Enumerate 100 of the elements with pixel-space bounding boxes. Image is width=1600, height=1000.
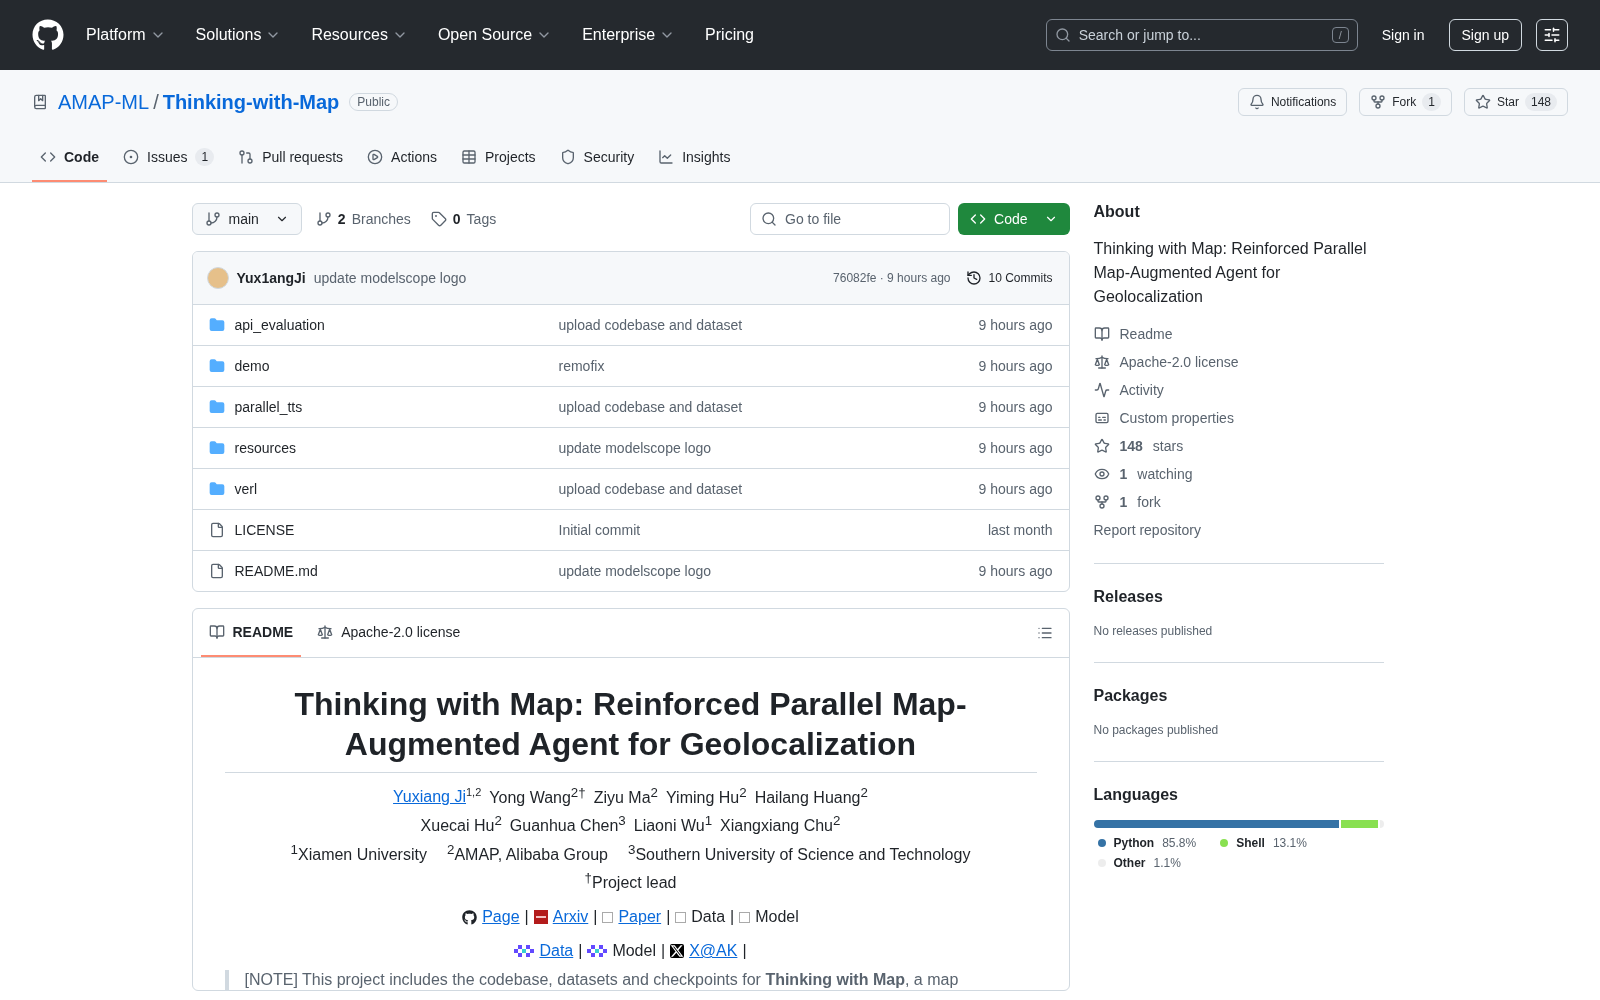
report-link[interactable]: Report repository <box>1093 521 1384 539</box>
repo-tab[interactable]: Issues 1 <box>115 140 223 182</box>
github-logo-icon <box>32 19 64 51</box>
sidebar-link[interactable]: 148 stars <box>1093 437 1384 455</box>
branch-button[interactable]: main <box>191 203 302 235</box>
commit-time: 9 hours ago <box>978 317 1053 333</box>
sidebar-link[interactable]: Custom properties <box>1093 409 1384 427</box>
commit-message-link[interactable]: update modelscope logo <box>313 270 467 286</box>
resource-link[interactable]: Data <box>539 940 574 963</box>
nav-menu-item[interactable]: Platform <box>78 20 174 50</box>
fork-icon <box>1093 494 1110 510</box>
affiliation: $^{2}$AMAP, Alibaba Group <box>446 840 608 865</box>
sign-up-button[interactable]: Sign up <box>1448 19 1522 51</box>
table-icon <box>461 149 477 165</box>
resource-link[interactable]: Page <box>482 906 520 929</box>
file-name-link[interactable]: resources <box>208 440 559 456</box>
section-heading: Releases <box>1093 588 1164 606</box>
commits-link[interactable]: 10 Commits <box>966 270 1053 286</box>
separator-text: | <box>578 941 583 962</box>
sidebar-link[interactable]: 1 watching <box>1093 465 1384 483</box>
sidebar-link[interactable]: Apache-2.0 license <box>1093 353 1384 371</box>
repo-icon <box>32 94 48 110</box>
count-badge: 148 <box>1524 93 1557 111</box>
commit-message-link[interactable]: Initial commit <box>558 522 988 538</box>
commit-message-link[interactable]: remofix <box>558 358 979 374</box>
pulse-icon <box>1093 382 1110 398</box>
tag-icon <box>430 211 447 227</box>
repo-tab[interactable]: Actions <box>359 140 445 182</box>
commit-message-link[interactable]: update modelscope logo <box>558 440 979 456</box>
nav-menu-item[interactable]: Resources <box>303 20 416 50</box>
code-icon <box>40 149 56 165</box>
star-button[interactable]: Star 148 <box>1463 88 1568 116</box>
resource-link[interactable]: X@AK <box>689 940 738 963</box>
note-quote: [NOTE] This project includes the codebase, datasets and checkpoints for Thinking with Map, a map <box>224 970 1037 991</box>
code-button[interactable]: Code <box>958 203 1070 235</box>
repo-tab[interactable]: Code <box>32 140 107 182</box>
sidebar-link[interactable]: Readme <box>1093 325 1384 343</box>
section-heading: Packages <box>1093 687 1169 705</box>
note-text: $^{†}$Project lead <box>584 869 677 894</box>
sidebar-link[interactable]: Activity <box>1093 381 1384 399</box>
outline-icon[interactable] <box>1036 625 1053 641</box>
shortcut-key: / <box>1331 27 1349 43</box>
repo-description: Thinking with Map: Reinforced Parallel Map-Augmented Agent for Geolocalization <box>1093 239 1368 307</box>
footnote-mark: 1,2 <box>466 786 482 798</box>
repo-tab[interactable]: Security <box>551 140 643 182</box>
bell-icon <box>1248 94 1265 110</box>
branches-link[interactable]: 2 Branches <box>309 211 417 227</box>
file-name-link[interactable]: README.md <box>208 563 559 579</box>
repo-name-link[interactable]: Thinking-with-Map <box>162 90 340 114</box>
resource-link[interactable]: Paper <box>618 906 662 929</box>
commit-time: 9 hours ago <box>978 440 1053 456</box>
search-field[interactable]: Search or jump to... / <box>1045 19 1358 51</box>
author-link[interactable]: Yuxiang Ji <box>393 788 466 806</box>
commit-message-link[interactable]: upload codebase and dataset <box>558 317 979 333</box>
sidebar-link[interactable]: 1 fork <box>1093 493 1384 511</box>
star-icon <box>1093 438 1110 454</box>
notifications-button[interactable]: Notifications <box>1237 88 1348 116</box>
nav-menu-item[interactable]: Open Source <box>429 20 561 50</box>
commit-message-link[interactable]: update modelscope logo <box>558 563 979 579</box>
github-icon <box>462 909 478 925</box>
file-name-link[interactable]: api_evaluation <box>208 317 559 333</box>
author-link[interactable]: Yux1angJi <box>236 270 306 286</box>
readme-tab[interactable]: Apache-2.0 license <box>309 609 469 657</box>
file-name-link[interactable]: LICENSE <box>208 522 559 538</box>
branch-icon <box>204 211 221 227</box>
file-name-link[interactable]: verl <box>208 481 559 497</box>
commit-message-link[interactable]: upload codebase and dataset <box>558 481 979 497</box>
file-name-link[interactable]: parallel_tts <box>208 399 559 415</box>
eye-icon <box>1093 466 1110 482</box>
repo-tab[interactable]: Insights <box>650 140 739 182</box>
fork-button[interactable]: Fork 1 <box>1359 88 1452 116</box>
folder-icon <box>208 399 225 415</box>
sliders-icon <box>1543 26 1561 44</box>
tags-link[interactable]: 0 Tags <box>424 211 503 227</box>
avatar <box>206 267 229 289</box>
search-icon <box>761 211 778 227</box>
fork-icon <box>1370 94 1387 110</box>
resource-link[interactable]: Arxiv <box>552 906 589 929</box>
repo-tab[interactable]: Projects <box>453 140 544 182</box>
empty-text: No releases published <box>1093 624 1213 638</box>
owner-link[interactable]: AMAP-ML <box>58 90 150 114</box>
play-icon <box>367 149 384 165</box>
section-heading: Languages <box>1093 786 1179 804</box>
author-name: Yong Wang$^{2†}$ <box>489 784 586 809</box>
commit-time: 9 hours ago <box>978 399 1053 415</box>
commit-time: 9 hours ago <box>978 563 1053 579</box>
path-separator: / <box>153 90 159 114</box>
readme-tab[interactable]: README <box>200 609 302 657</box>
file-name-link[interactable]: demo <box>208 358 559 374</box>
section-heading: About <box>1093 203 1141 221</box>
repo-tab[interactable]: Pull requests <box>230 140 352 182</box>
go-to-file-field[interactable]: Go to file <box>750 203 951 235</box>
nav-menu-item[interactable]: Enterprise <box>574 20 684 50</box>
circle-dot-icon <box>123 149 139 165</box>
commit-message-link[interactable]: upload codebase and dataset <box>558 399 979 415</box>
code-icon <box>970 211 987 227</box>
nav-menu-item[interactable]: Pricing <box>697 20 762 50</box>
settings-button[interactable] <box>1536 19 1568 51</box>
nav-menu-item[interactable]: Solutions <box>187 20 290 50</box>
sign-in-link[interactable]: Sign in <box>1371 27 1435 43</box>
